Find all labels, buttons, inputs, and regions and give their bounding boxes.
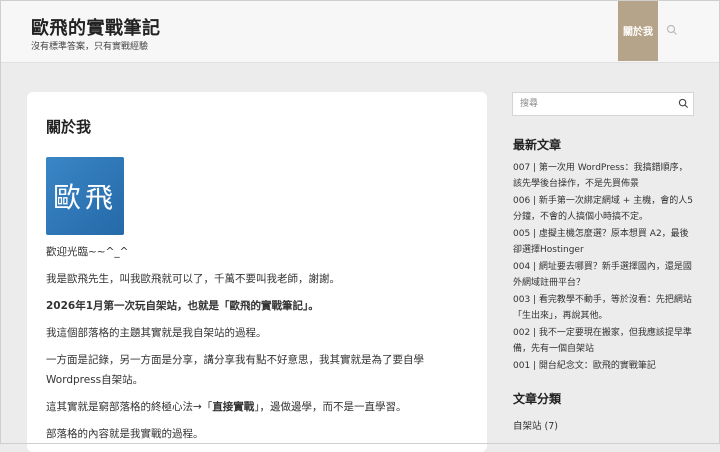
search-form bbox=[512, 92, 694, 116]
paragraph-purpose: 一方面是記錄，另一方面是分享，講分享我有點不好意思，我其實就是為了要自學Word… bbox=[46, 354, 424, 386]
site-tagline: 沒有標準答案，只有實戰經驗 bbox=[31, 42, 149, 52]
categories-title: 文章分類 bbox=[513, 392, 562, 406]
paragraph-start: 2026年1月第一次玩自架站，也就是「歐飛的實戰筆記」。 bbox=[46, 300, 319, 312]
paragraph-content: 部落格的內容就是我實戰的過程。 bbox=[46, 428, 204, 440]
page-title: 關於我 bbox=[46, 118, 92, 136]
search-input[interactable] bbox=[513, 93, 663, 115]
paragraph-intro: 我是歐飛先生，叫我歐飛就可以了，千萬不要叫我老師，謝謝。 bbox=[46, 273, 340, 285]
recent-post-link[interactable]: 004 | 網址要去哪買？新手選擇國內，還是國外網域註冊平台？ bbox=[513, 259, 695, 291]
recent-post-link[interactable]: 003 | 看完教學不動手，等於沒看：先把網站「生出來」，再說其他。 bbox=[513, 292, 695, 324]
method-emphasis: 直接實戰 bbox=[212, 401, 255, 413]
paragraph-welcome: 歡迎光臨~~^_^ bbox=[46, 246, 129, 258]
main-content: 關於我 歐飛 歡迎光臨~~^_^ 我是歐飛先生，叫我歐飛就可以了，千萬不要叫我老… bbox=[27, 92, 487, 452]
recent-post-link[interactable]: 001 | 開台紀念文：歐飛的實戰筆記 bbox=[513, 358, 695, 374]
method-text-before: 這其實就是窮部落格的終極心法→「 bbox=[46, 401, 213, 413]
search-icon[interactable] bbox=[666, 24, 678, 36]
recent-post-link[interactable]: 005 | 虛擬主機怎麼選？原本想買 A2，最後卻選擇Hostinger bbox=[513, 226, 695, 258]
site-title[interactable]: 歐飛的實戰筆記 bbox=[31, 14, 161, 40]
recent-post-link[interactable]: 007 | 第一次用 WordPress：我搞錯順序，該先學後台操作，不是先買佈… bbox=[513, 160, 695, 192]
method-text-after: 」，邊做邊學，而不是一直學習。 bbox=[254, 401, 407, 413]
search-button-icon[interactable] bbox=[678, 98, 689, 109]
recent-post-link[interactable]: 002 | 我不一定要現在搬家，但我應該提早準備，先有一個自架站 bbox=[513, 325, 695, 357]
recent-posts-title: 最新文章 bbox=[513, 138, 562, 152]
category-item[interactable]: 自架站 (7) bbox=[513, 418, 558, 432]
category-count: (7) bbox=[544, 421, 559, 432]
site-logo: 歐飛 bbox=[46, 157, 124, 235]
paragraph-topic: 我這個部落格的主題其實就是我自架站的過程。 bbox=[46, 327, 267, 339]
paragraph-method: 這其實就是窮部落格的終極心法→「直接實戰」，邊做邊學，而不是一直學習。 bbox=[46, 397, 466, 417]
category-label[interactable]: 自架站 bbox=[513, 421, 542, 432]
recent-posts-list: 007 | 第一次用 WordPress：我搞錯順序，該先學後台操作，不是先買佈… bbox=[513, 160, 695, 375]
site-header: 歐飛的實戰筆記 沒有標準答案，只有實戰經驗 關於我 bbox=[0, 0, 720, 63]
recent-post-link[interactable]: 006 | 新手第一次綁定網域 + 主機，會的人5分鐘，不會的人搞個小時搞不定。 bbox=[513, 193, 695, 225]
nav-item-about[interactable]: 關於我 bbox=[618, 0, 658, 61]
